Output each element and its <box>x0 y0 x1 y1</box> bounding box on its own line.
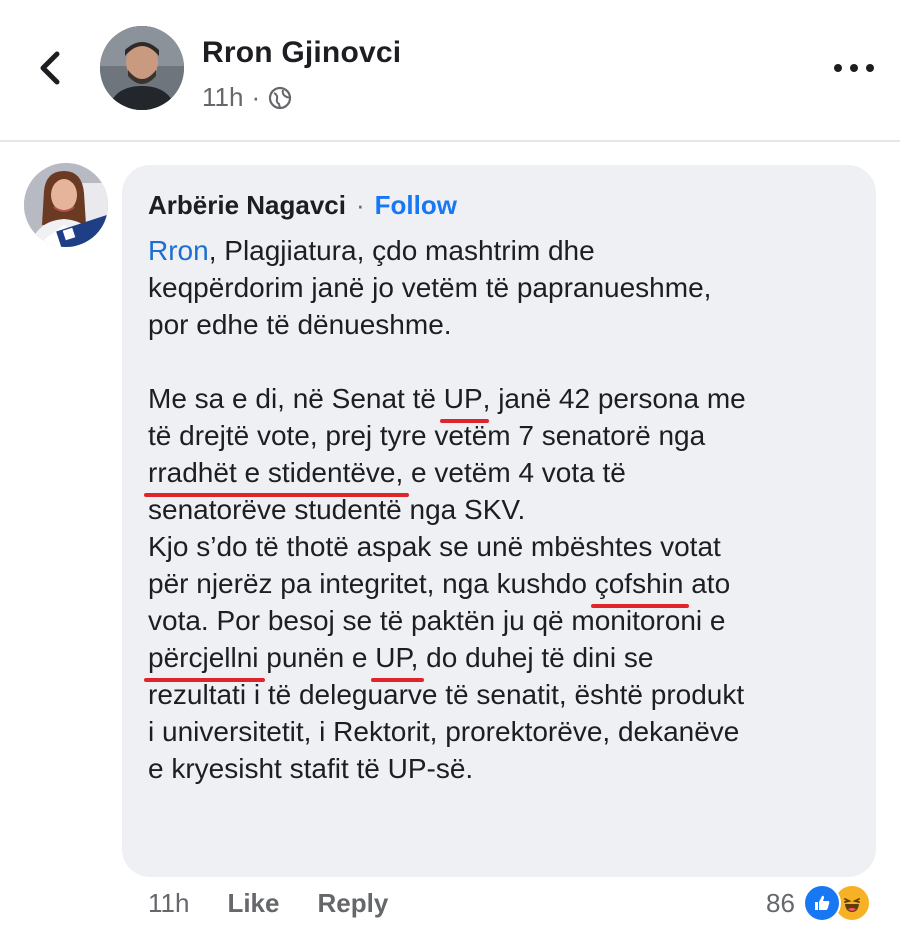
comment-line: për njerëz pa integritet, nga kushdo çof… <box>148 565 868 608</box>
commenter-name[interactable]: Arbërie Nagavci <box>148 190 346 221</box>
comment-text: Rron, Plagjiatura, çdo mashtrim dhe keqp… <box>143 232 868 787</box>
comment-line: të drejtë vote, prej tyre vetëm 7 senato… <box>148 420 706 451</box>
comment-line: por edhe të dënueshme. <box>148 309 452 340</box>
reaction-summary[interactable]: 86 <box>766 884 871 922</box>
comment-time[interactable]: 11h <box>148 888 189 919</box>
globe-icon <box>269 86 292 109</box>
name-separator: · <box>355 190 365 220</box>
back-chevron-icon <box>40 51 60 85</box>
post-time[interactable]: 11h <box>202 82 243 113</box>
comment-line: Kjo s’do të thotë aspak se unë mbështes … <box>148 531 721 562</box>
underlined-text: përcjellni <box>144 639 264 682</box>
post-meta: 11h · <box>202 82 292 113</box>
comment-line: Rron, Plagjiatura, çdo mashtrim dhe <box>148 235 595 266</box>
comment-line: përcjellni punën e UP, do duhej të dini … <box>144 639 868 682</box>
author-avatar[interactable] <box>100 26 184 110</box>
underlined-text: UP, <box>371 639 425 682</box>
back-button[interactable] <box>30 48 70 88</box>
comment-line: vota. Por besoj se të paktën ju që monit… <box>148 605 726 636</box>
reply-button[interactable]: Reply <box>317 888 388 919</box>
comment-actions: 11h Like Reply <box>148 888 426 919</box>
follow-button[interactable]: Follow <box>375 190 457 221</box>
comment-line: keqpërdorim janë jo vetëm të papranueshm… <box>148 272 712 303</box>
header-divider <box>0 140 900 142</box>
reaction-count: 86 <box>766 887 795 918</box>
underlined-text: UP <box>439 380 489 423</box>
like-reaction-icon <box>802 884 841 922</box>
comment-line: i universitetit, i Rektorit, prorektorëv… <box>148 716 740 747</box>
meta-separator: · <box>251 82 261 112</box>
author-name[interactable]: Rron Gjinovci <box>202 36 401 70</box>
more-dots-icon <box>834 64 842 72</box>
underlined-text: rradhët e stidentëve, <box>143 454 410 497</box>
comment-line: e kryesisht stafit të UP-së. <box>148 753 474 784</box>
more-options-button[interactable] <box>834 58 874 78</box>
commenter-avatar[interactable] <box>24 163 108 247</box>
mention-link[interactable]: Rron <box>148 235 209 266</box>
post-header: Rron Gjinovci 11h · <box>0 0 900 140</box>
comment-line: rradhët e stidentëve, e vetëm 4 vota të <box>143 454 868 497</box>
like-button[interactable]: Like <box>227 888 279 919</box>
underlined-text: çofshin <box>590 565 690 608</box>
commenter-row: Arbërie Nagavci · Follow <box>148 190 457 221</box>
comment-line: Me sa e di, në Senat të UP, janë 42 pers… <box>148 380 868 423</box>
